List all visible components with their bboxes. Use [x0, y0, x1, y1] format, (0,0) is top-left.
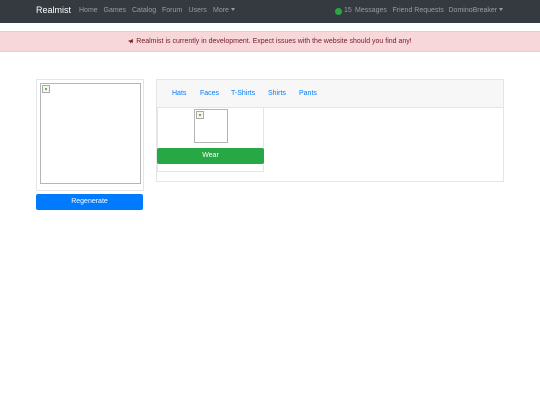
nav-users[interactable]: Users: [189, 7, 207, 14]
wear-button[interactable]: Wear: [157, 148, 264, 164]
dev-alert-banner: Realmist is currently in development. Ex…: [0, 31, 540, 52]
tab-hats[interactable]: Hats: [172, 90, 186, 97]
nav-messages[interactable]: Messages: [355, 7, 387, 14]
nav-more-label: More: [213, 6, 229, 14]
tab-t-shirts[interactable]: T-Shirts: [231, 90, 255, 97]
nav-user-dropdown[interactable]: DominoBreaker: [449, 7, 504, 14]
username-label: DominoBreaker: [448, 6, 498, 14]
tab-shirts[interactable]: Shirts: [268, 90, 286, 97]
broken-image-icon: [42, 85, 50, 93]
broken-image-icon: [196, 111, 204, 119]
tab-pants[interactable]: Pants: [299, 90, 317, 97]
alert-text: Realmist is currently in development. Ex…: [136, 38, 412, 45]
top-navbar: Realmist Home Games Catalog Forum Users …: [0, 0, 540, 23]
inventory-tabs: Hats Faces T-Shirts Shirts Pants: [157, 80, 503, 108]
regenerate-button[interactable]: Regenerate: [36, 194, 143, 210]
currency-amount: 15: [344, 6, 352, 14]
coin-icon: [335, 7, 342, 15]
chevron-down-icon: [499, 7, 504, 11]
chevron-down-icon: [230, 7, 235, 11]
avatar-image: [40, 83, 141, 184]
nav-friend-requests[interactable]: Friend Requests: [393, 7, 444, 14]
tab-faces[interactable]: Faces: [200, 90, 219, 97]
nav-more-dropdown[interactable]: More: [213, 7, 235, 14]
megaphone-icon: [128, 38, 134, 43]
nav-games[interactable]: Games: [104, 7, 127, 14]
brand-logo[interactable]: Realmist: [36, 5, 71, 15]
avatar-card: [36, 79, 144, 191]
item-thumbnail: [194, 109, 228, 143]
nav-home[interactable]: Home: [79, 7, 98, 14]
nav-catalog[interactable]: Catalog: [132, 7, 156, 14]
nav-forum[interactable]: Forum: [162, 7, 182, 14]
